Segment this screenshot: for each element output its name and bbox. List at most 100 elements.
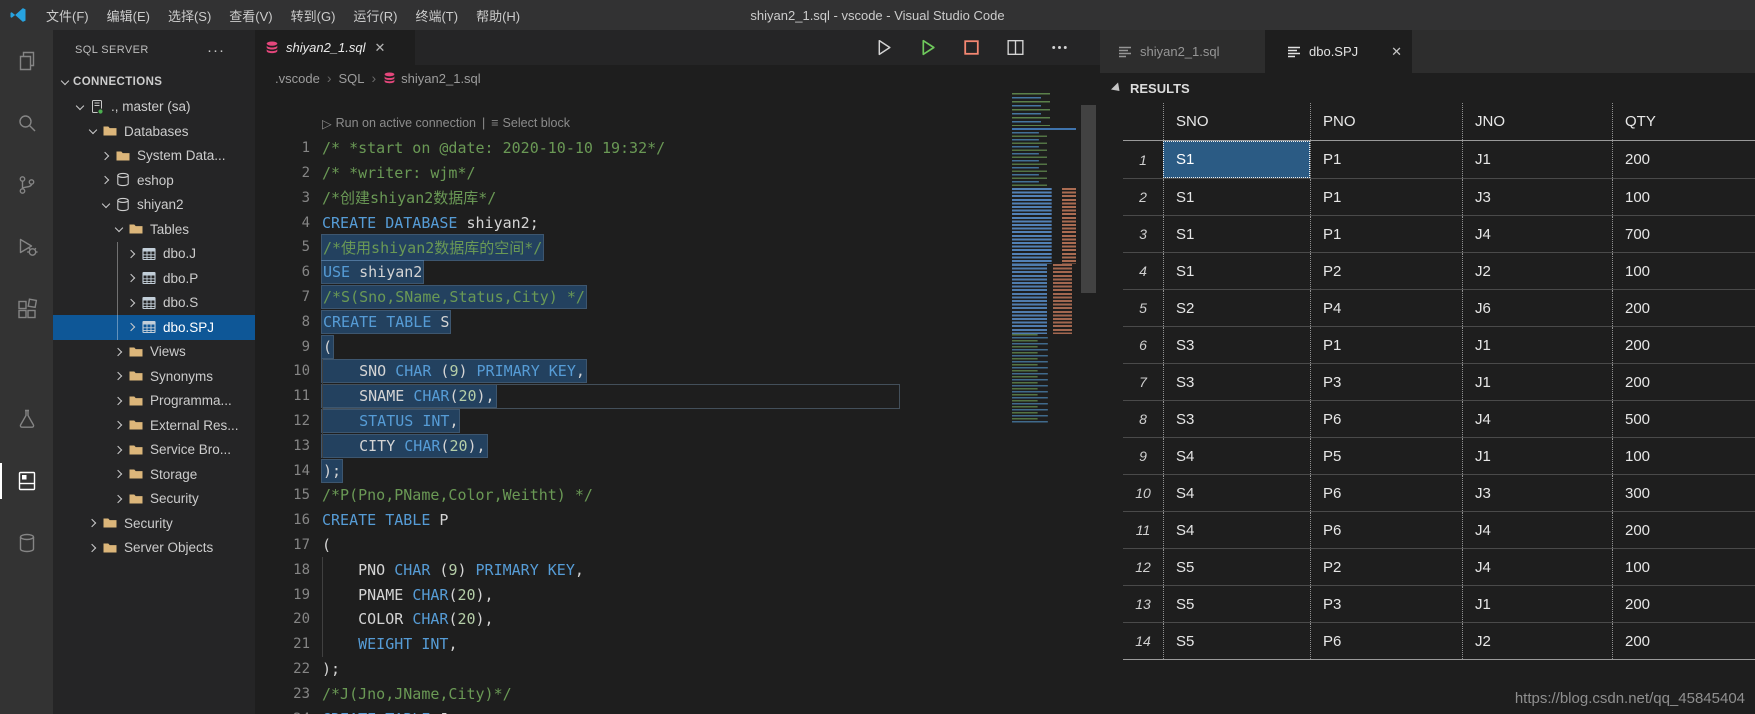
code-line-3[interactable]: 3/*创建shiyan2数据库*/: [255, 185, 1100, 210]
connections-section-header[interactable]: CONNECTIONS: [53, 70, 255, 95]
cell-qty[interactable]: 200: [1612, 290, 1755, 326]
code-line-13[interactable]: 13 CITY CHAR(20),: [255, 433, 1100, 458]
tree-item-storage[interactable]: Storage: [53, 462, 255, 487]
cell-qty[interactable]: 700: [1612, 216, 1755, 252]
tree-item--master-sa-[interactable]: ., master (sa): [53, 95, 255, 120]
sql-server-icon[interactable]: [0, 450, 53, 512]
code-line-23[interactable]: 23/*J(Jno,JName,City)*/: [255, 681, 1100, 706]
row-number[interactable]: 10: [1123, 475, 1163, 511]
cell-jno[interactable]: J1: [1462, 586, 1612, 622]
cell-sno[interactable]: S3: [1163, 327, 1310, 363]
row-number[interactable]: 9: [1123, 438, 1163, 474]
code-line-21[interactable]: 21 WEIGHT INT,: [255, 632, 1100, 657]
tree-item-eshop[interactable]: eshop: [53, 168, 255, 193]
source-control-icon[interactable]: [0, 154, 53, 216]
tree-item-databases[interactable]: Databases: [53, 119, 255, 144]
cell-sno[interactable]: S1: [1163, 141, 1310, 178]
code-line-2[interactable]: 2/* *writer: wjm*/: [255, 161, 1100, 186]
breadcrumb-file[interactable]: shiyan2_1.sql: [383, 71, 481, 86]
cell-jno[interactable]: J4: [1462, 401, 1612, 437]
codelens-select-link[interactable]: ≡Select block: [491, 116, 570, 130]
tree-item-tables[interactable]: Tables: [53, 217, 255, 242]
results-tab-dbo-spj[interactable]: dbo.SPJ✕: [1265, 30, 1412, 73]
column-header-sno[interactable]: SNO: [1163, 103, 1310, 140]
cell-pno[interactable]: P1: [1310, 179, 1462, 215]
row-number[interactable]: 6: [1123, 327, 1163, 363]
row-number[interactable]: 7: [1123, 364, 1163, 400]
menu-item[interactable]: 编辑(E): [98, 0, 159, 30]
tree-item-security[interactable]: Security: [53, 511, 255, 536]
code-line-22[interactable]: 22);: [255, 657, 1100, 682]
split-editor-icon[interactable]: [1005, 37, 1026, 58]
menu-item[interactable]: 转到(G): [282, 0, 345, 30]
more-actions-icon[interactable]: [1049, 37, 1070, 58]
cell-qty[interactable]: 200: [1612, 364, 1755, 400]
breadcrumb-sql[interactable]: SQL: [338, 71, 364, 86]
database-icon[interactable]: [0, 512, 53, 574]
row-number[interactable]: 12: [1123, 549, 1163, 585]
results-tab-shiyan2-1-sql[interactable]: shiyan2_1.sql: [1100, 30, 1265, 73]
code-line-11[interactable]: 11 SNAME CHAR(20),: [255, 384, 1100, 409]
cell-qty[interactable]: 100: [1612, 179, 1755, 215]
cell-jno[interactable]: J4: [1462, 216, 1612, 252]
row-number[interactable]: 5: [1123, 290, 1163, 326]
row-number[interactable]: 11: [1123, 512, 1163, 548]
cell-qty[interactable]: 200: [1612, 512, 1755, 548]
code-line-18[interactable]: 18 PNO CHAR (9) PRIMARY KEY,: [255, 557, 1100, 582]
cell-pno[interactable]: P3: [1310, 364, 1462, 400]
row-number[interactable]: 8: [1123, 401, 1163, 437]
menu-item[interactable]: 查看(V): [220, 0, 281, 30]
extensions-icon[interactable]: [0, 278, 53, 340]
cell-jno[interactable]: J3: [1462, 179, 1612, 215]
menu-item[interactable]: 文件(F): [37, 0, 98, 30]
more-actions-icon[interactable]: ···: [207, 42, 225, 59]
tree-item-programma-[interactable]: Programma...: [53, 389, 255, 414]
close-icon[interactable]: ✕: [375, 40, 386, 56]
code-line-16[interactable]: 16CREATE TABLE P: [255, 508, 1100, 533]
minimap[interactable]: [1012, 93, 1076, 424]
cell-jno[interactable]: J1: [1462, 327, 1612, 363]
cancel-query-icon[interactable]: [961, 37, 982, 58]
cell-jno[interactable]: J1: [1462, 141, 1612, 178]
code-line-17[interactable]: 17(: [255, 533, 1100, 558]
code-line-9[interactable]: 9(: [255, 334, 1100, 359]
row-number[interactable]: 3: [1123, 216, 1163, 252]
tree-item-security[interactable]: Security: [53, 487, 255, 512]
cell-qty[interactable]: 100: [1612, 549, 1755, 585]
tree-item-server-objects[interactable]: Server Objects: [53, 536, 255, 561]
cell-qty[interactable]: 500: [1612, 401, 1755, 437]
tree-item-shiyan2[interactable]: shiyan2: [53, 193, 255, 218]
column-header-pno[interactable]: PNO: [1310, 103, 1462, 140]
cell-pno[interactable]: P3: [1310, 586, 1462, 622]
column-header-jno[interactable]: JNO: [1462, 103, 1612, 140]
test-beaker-icon[interactable]: [0, 388, 53, 450]
code-line-7[interactable]: 7/*S(Sno,SName,Status,City) */: [255, 285, 1100, 310]
menu-item[interactable]: 选择(S): [159, 0, 220, 30]
cell-sno[interactable]: S3: [1163, 401, 1310, 437]
menu-item[interactable]: 终端(T): [406, 0, 467, 30]
run-query-icon[interactable]: [873, 37, 894, 58]
tree-item-dbo-j[interactable]: dbo.J: [53, 242, 255, 267]
cell-pno[interactable]: P2: [1310, 549, 1462, 585]
cell-jno[interactable]: J6: [1462, 290, 1612, 326]
menu-item[interactable]: 运行(R): [344, 0, 406, 30]
tree-item-service-bro-[interactable]: Service Bro...: [53, 438, 255, 463]
code-line-12[interactable]: 12 STATUS INT,: [255, 409, 1100, 434]
cell-jno[interactable]: J3: [1462, 475, 1612, 511]
code-line-24[interactable]: 24CREATE TABLE J: [255, 706, 1100, 714]
tree-item-dbo-spj[interactable]: dbo.SPJ: [53, 315, 255, 340]
row-number[interactable]: 1: [1123, 141, 1163, 178]
run-debug-icon[interactable]: [0, 216, 53, 278]
row-number[interactable]: 14: [1123, 623, 1163, 659]
tree-item-dbo-s[interactable]: dbo.S: [53, 291, 255, 316]
cell-pno[interactable]: P6: [1310, 512, 1462, 548]
cell-qty[interactable]: 200: [1612, 586, 1755, 622]
code-editor[interactable]: ▷Run on active connection | ≡Select bloc…: [255, 91, 1100, 714]
cell-sno[interactable]: S4: [1163, 512, 1310, 548]
code-line-8[interactable]: 8CREATE TABLE S: [255, 309, 1100, 334]
breadcrumb-vscode[interactable]: .vscode: [275, 71, 320, 86]
cell-sno[interactable]: S5: [1163, 586, 1310, 622]
execute-icon[interactable]: [917, 37, 938, 58]
cell-pno[interactable]: P4: [1310, 290, 1462, 326]
cell-jno[interactable]: J2: [1462, 623, 1612, 659]
